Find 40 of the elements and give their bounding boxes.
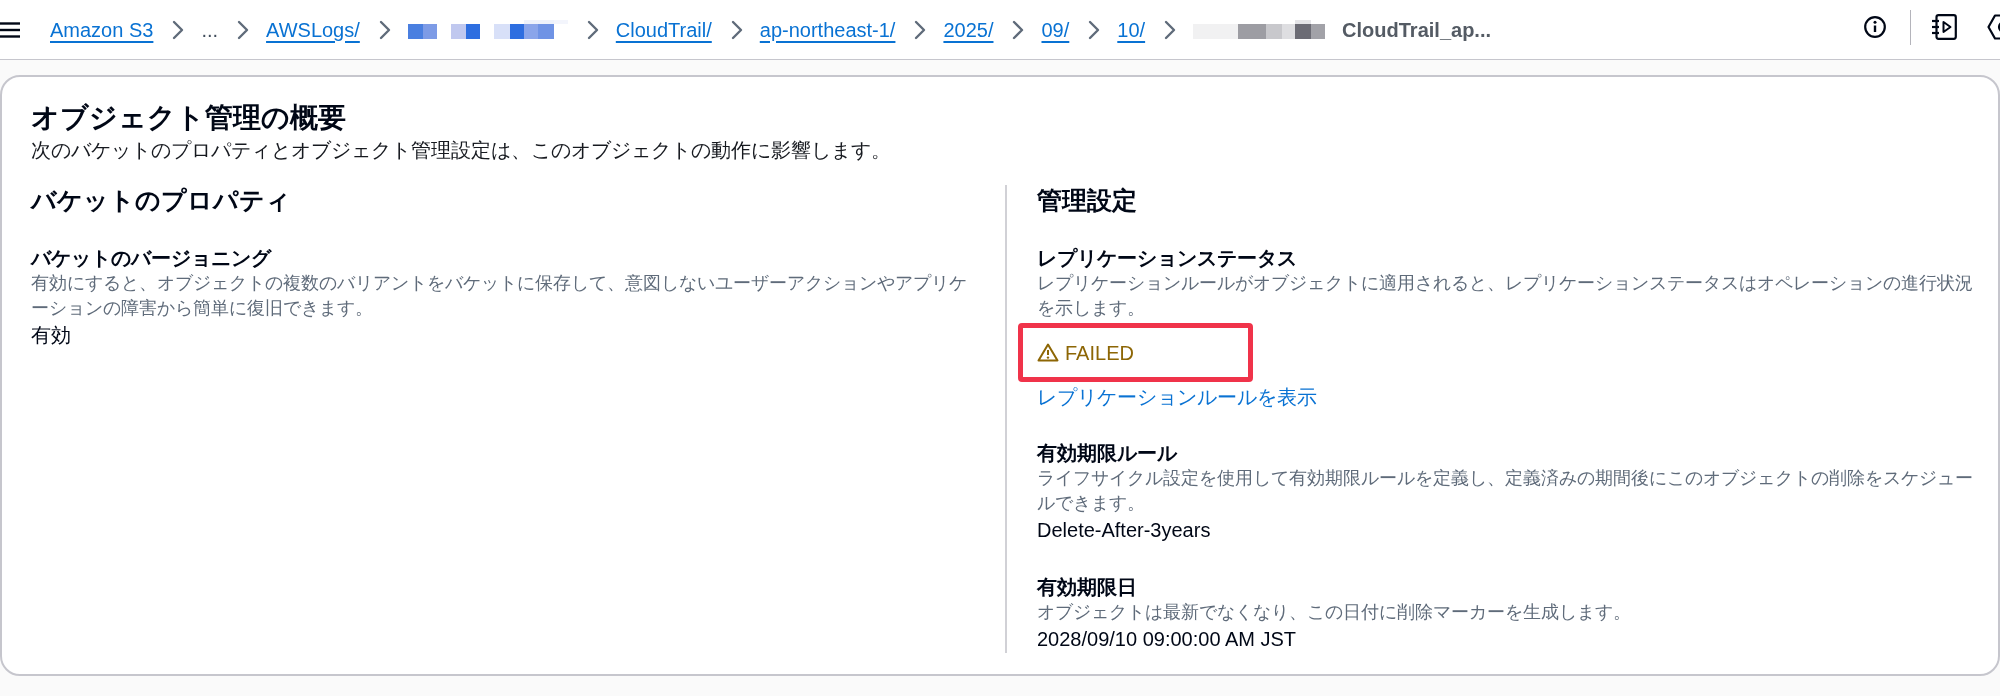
status-text: FAILED	[1065, 340, 1134, 366]
breadcrumb-link[interactable]: AWSLogs/	[266, 16, 360, 43]
field-description: レプリケーションルールがオブジェクトに適用されると、レプリケーションステータスはオペレーションの進行状況を示します。	[1037, 272, 1974, 320]
breadcrumb-current: CloudTrail_ap...	[1342, 17, 1492, 43]
chevron-icon	[730, 19, 743, 40]
breadcrumb-link[interactable]: 10/	[1117, 16, 1146, 43]
hexagon-icon[interactable]	[1987, 14, 2000, 40]
panel-description: 次のバケットのプロパティとオブジェクト管理設定は、このオブジェクトの動作に影響します。	[31, 138, 891, 163]
field-label: バケットのバージョニング	[31, 246, 271, 271]
breadcrumb-link[interactable]: 2025/	[943, 16, 994, 43]
warning-icon	[1037, 343, 1059, 362]
field-description: ライフサイクル設定を使用して有効期限ルールを定義し、定義済みの期間後にこのオブジェクトの削除をスケジュールできます。	[1037, 467, 1974, 515]
field-value: 有効	[31, 323, 71, 348]
breadcrumb-link[interactable]: Amazon S3	[50, 16, 154, 43]
field-label: 有効期限日	[1037, 575, 1137, 600]
info-icon[interactable]	[1864, 16, 1886, 38]
chevron-icon	[172, 19, 185, 40]
breadcrumb-link[interactable]: 09/	[1041, 16, 1070, 43]
breadcrumb-link[interactable]: CloudTrail/	[615, 16, 712, 43]
section-heading: バケットのプロパティ	[31, 185, 291, 215]
field-label: 有効期限ルール	[1037, 441, 1177, 466]
chevron-icon	[237, 19, 250, 40]
chevron-icon	[378, 19, 391, 40]
chevron-icon	[914, 19, 927, 40]
field-label: レプリケーションステータス	[1037, 246, 1297, 271]
field-description: 有効にすると、オブジェクトの複数のバリアントをバケットに保存して、意図しないユーザーアクションやアプリケーションの障害から簡単に復旧できます。	[31, 272, 968, 320]
notebook-play-icon[interactable]	[1932, 14, 1957, 40]
panel-title: オブジェクト管理の概要	[31, 101, 346, 135]
field-description: オブジェクトは最新でなくなり、この日付に削除マーカーを生成します。	[1037, 601, 1632, 624]
replication-rules-link[interactable]: レプリケーションルールを表示	[1037, 384, 1317, 410]
section-heading: 管理設定	[1037, 185, 1137, 215]
field-value: Delete-After-3years	[1037, 518, 1211, 543]
chevron-icon	[1088, 19, 1101, 40]
breadcrumb-ellipsis[interactable]: ...	[201, 16, 219, 43]
chevron-icon	[1012, 19, 1025, 40]
chevron-icon	[586, 19, 599, 40]
chevron-icon	[1164, 19, 1177, 40]
field-value: 2028/09/10 09:00:00 AM JST	[1037, 627, 1297, 652]
menu-icon[interactable]	[0, 21, 20, 38]
breadcrumb-link[interactable]: ap-northeast-1/	[759, 16, 896, 43]
